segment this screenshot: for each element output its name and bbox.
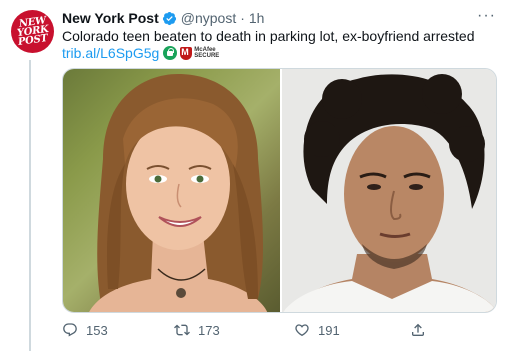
- author-handle[interactable]: @nypost: [181, 10, 236, 26]
- action-bar: 153 173 191: [62, 322, 502, 342]
- separator: ·: [240, 10, 245, 26]
- share-button[interactable]: [410, 322, 434, 338]
- mcafee-badge: McAfee SECURE: [180, 46, 219, 60]
- mcafee-label: McAfee SECURE: [194, 47, 219, 59]
- author-name[interactable]: New York Post: [62, 10, 159, 26]
- tweet[interactable]: NEW YORK POST New York Post @nypost · 1h…: [0, 0, 512, 351]
- share-icon: [412, 323, 424, 336]
- retweet-count: 173: [198, 322, 220, 338]
- reply-button[interactable]: 153: [62, 322, 108, 338]
- lock-icon: [163, 46, 178, 60]
- reply-icon: [63, 323, 77, 337]
- tweet-link[interactable]: trib.al/L6SpG5g: [62, 45, 159, 61]
- mcafee-line2: SECURE: [194, 53, 220, 59]
- retweet-icon: [174, 324, 190, 336]
- thread-line: [29, 60, 31, 351]
- tweet-header: New York Post @nypost · 1h ···: [62, 7, 502, 27]
- retweet-button[interactable]: 173: [174, 322, 220, 338]
- like-count: 191: [318, 322, 340, 338]
- avatar[interactable]: NEW YORK POST: [11, 10, 54, 53]
- verified-badge-icon: [162, 11, 176, 25]
- timestamp[interactable]: 1h: [249, 10, 265, 26]
- media-grid[interactable]: [62, 68, 497, 313]
- avatar-text-3: POST: [17, 32, 48, 49]
- reply-count: 153: [86, 322, 108, 338]
- photo-left[interactable]: [63, 69, 280, 312]
- like-button[interactable]: 191: [294, 322, 340, 338]
- link-line: trib.al/L6SpG5g McAfee SECURE: [62, 44, 219, 62]
- tweet-text: Colorado teen beaten to death in parking…: [62, 28, 475, 44]
- man-portrait: [282, 69, 496, 312]
- like-icon: [295, 324, 309, 337]
- photo-right[interactable]: [282, 69, 496, 312]
- woman-portrait: [89, 74, 268, 312]
- mcafee-shield-icon: [180, 46, 193, 60]
- more-icon[interactable]: ···: [477, 7, 496, 25]
